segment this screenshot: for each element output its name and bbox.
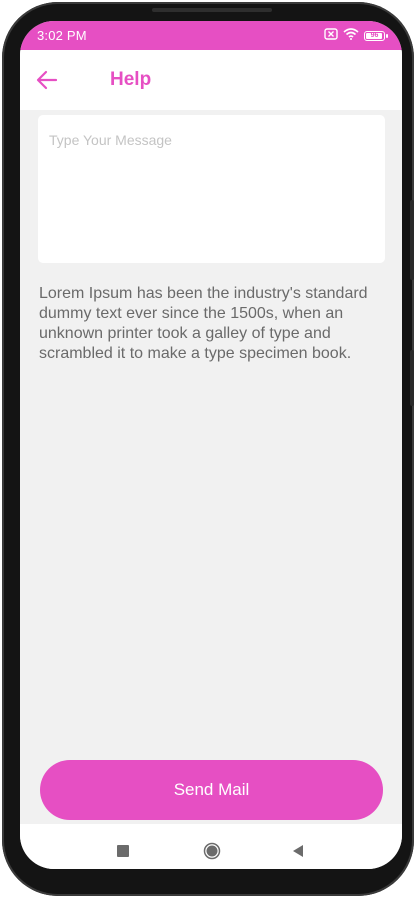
wifi-icon — [343, 27, 359, 45]
message-input[interactable] — [38, 115, 385, 263]
status-bar: 3:02 PM 96 — [20, 21, 402, 50]
app-header: Help — [20, 50, 402, 110]
info-text: Lorem Ipsum has been the industry's stan… — [39, 285, 368, 362]
speaker-grille — [152, 8, 272, 12]
triangle-back-icon[interactable] — [291, 843, 305, 859]
square-recents-icon[interactable] — [117, 845, 129, 857]
battery-level: 96 — [370, 32, 379, 39]
circle-home-icon[interactable] — [203, 842, 221, 860]
screen: 3:02 PM 96 Help Type Your Message Lorem … — [20, 21, 402, 869]
page-title: Help — [110, 69, 152, 90]
battery-icon: 96 — [364, 31, 388, 41]
phone-frame: 3:02 PM 96 Help Type Your Message Lorem … — [2, 2, 414, 896]
arrow-left-icon[interactable] — [34, 67, 60, 93]
power-button — [410, 350, 414, 406]
sim-x-icon — [324, 27, 338, 45]
send-mail-button[interactable]: Send Mail — [40, 760, 383, 820]
status-icons: 96 — [324, 27, 388, 45]
status-time: 3:02 PM — [37, 28, 87, 43]
system-nav-bar — [20, 824, 402, 869]
volume-button — [410, 200, 414, 280]
